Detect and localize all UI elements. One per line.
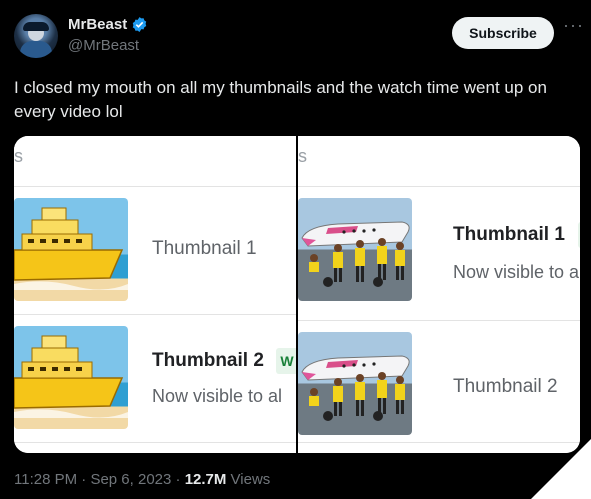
- author-handle[interactable]: @MrBeast: [68, 37, 139, 54]
- thumbnail-subtext: Now visible to al: [152, 386, 283, 406]
- verified-badge-icon: [132, 17, 147, 32]
- tweet-meta: 11:28 PM · Sep 6, 2023 · 12.7M Views: [14, 471, 270, 488]
- meta-separator: ·: [171, 471, 185, 488]
- ellipsis-icon[interactable]: ···: [563, 16, 583, 40]
- media-panel-left: s Thumbnail 1 Thumbnail 2 W Now visible …: [14, 136, 296, 453]
- divider-line: [14, 314, 296, 315]
- thumbnail-subtext: Now visible to a: [453, 262, 580, 282]
- tweet-text: I closed my mouth on all my thumbnails a…: [14, 78, 547, 121]
- thumbnail-image-airplane: [298, 332, 412, 435]
- meta-separator: ·: [77, 471, 91, 488]
- corner-overlay: [531, 439, 591, 499]
- thumbnail-label: Thumbnail 1: [453, 224, 565, 245]
- status-badge: V: [578, 222, 580, 248]
- divider-line: [14, 442, 296, 443]
- thumbnail-label: Thumbnail 2: [453, 376, 558, 397]
- tweet-time[interactable]: 11:28 PM: [14, 471, 77, 488]
- header-fragment: s: [14, 146, 23, 166]
- thumbnail-label: Thumbnail 1: [152, 238, 257, 259]
- tweet-date[interactable]: Sep 6, 2023: [90, 471, 171, 488]
- divider-line: [298, 320, 580, 321]
- author-name[interactable]: MrBeast: [68, 16, 127, 33]
- subscribe-button[interactable]: Subscribe: [452, 17, 554, 49]
- tweet-media[interactable]: s Thumbnail 1 Thumbnail 2 W Now visible …: [14, 136, 580, 453]
- divider-line: [298, 186, 580, 187]
- thumbnail-image-ship: [14, 198, 128, 301]
- divider-line: [14, 186, 296, 187]
- views-label: Views: [226, 471, 271, 488]
- views-count: 12.7M: [184, 471, 227, 488]
- header-fragment: s: [298, 146, 307, 166]
- thumbnail-image-airplane: [298, 198, 412, 301]
- thumbnail-image-ship: [14, 326, 128, 429]
- media-panel-right: s Thumbnail 1 V Now visible to a: [298, 136, 580, 453]
- avatar[interactable]: [14, 14, 58, 58]
- status-badge: W: [276, 348, 296, 374]
- thumbnail-label: Thumbnail 2: [152, 350, 264, 371]
